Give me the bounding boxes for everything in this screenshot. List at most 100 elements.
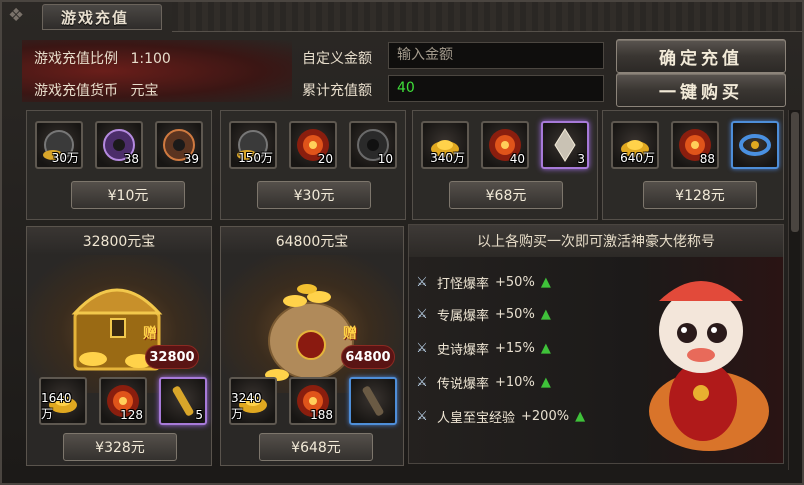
item-slot[interactable]: 20 xyxy=(289,121,337,169)
package-title: 32800元宝 xyxy=(27,227,211,255)
total-recharge-value: 40 xyxy=(388,75,604,102)
recharge-info-panel: 游戏充值比例 1:100 游戏充值货币 元宝 自定义金额 输入金额 累计充值额 … xyxy=(22,38,612,104)
benefit-label: 史诗爆率 xyxy=(437,342,490,358)
item-qty: 1640万 xyxy=(41,391,72,421)
item-slot[interactable]: 128 xyxy=(99,377,147,425)
ratio-label: 游戏充值比例 xyxy=(34,51,118,67)
item-qty: 38 xyxy=(123,152,139,166)
currency-value: 元宝 xyxy=(130,83,159,99)
arrow-up-icon: ▲ xyxy=(575,408,586,424)
buy-128-button[interactable]: ¥128元 xyxy=(643,181,757,209)
benefit-label: 传说爆率 xyxy=(437,376,490,392)
custom-amount-label: 自定义金额 xyxy=(302,51,372,67)
top-decoration xyxy=(172,2,802,32)
crossed-swords-icon: ⚔ xyxy=(416,274,428,290)
item-qty: 10 xyxy=(377,152,393,166)
benefit-value: +50% xyxy=(495,306,535,322)
custom-amount-input[interactable]: 输入金额 xyxy=(388,42,604,69)
benefit-value: +50% xyxy=(495,274,535,290)
item-slot[interactable]: 38 xyxy=(95,121,143,169)
item-qty: 188 xyxy=(310,408,333,422)
benefit-row: ⚔ 传说爆率 +10% ▲ xyxy=(413,369,633,395)
package-648: 64800元宝 赠 64800 3240万 188 ¥648元 xyxy=(220,226,404,466)
arrow-up-icon: ▲ xyxy=(540,340,551,356)
gift-label: 赠 xyxy=(143,326,157,342)
item-slot[interactable]: 3 xyxy=(541,121,589,169)
package-30: 150万 20 10 ¥30元 xyxy=(220,110,406,220)
item-slot[interactable]: 10 xyxy=(349,121,397,169)
crossed-swords-icon: ⚔ xyxy=(416,306,428,322)
benefit-row: ⚔ 史诗爆率 +15% ▲ xyxy=(413,335,633,361)
one-click-buy-button[interactable]: 一键购买 xyxy=(616,73,786,107)
dragon-mascot-icon xyxy=(649,281,769,451)
item-qty: 340万 xyxy=(430,151,465,165)
benefit-row: ⚔ 打怪爆率 +50% ▲ xyxy=(413,269,633,295)
gift-amount-badge: 32800 xyxy=(145,345,199,369)
buy-328-button[interactable]: ¥328元 xyxy=(63,433,177,461)
package-128: 640万 88 ¥128元 xyxy=(602,110,784,220)
treasure-chest-image: 赠 32800 xyxy=(27,255,211,393)
benefit-value: +10% xyxy=(495,374,535,390)
item-slot[interactable]: 150万 xyxy=(229,121,277,169)
package-10: 30万 38 39 ¥10元 xyxy=(26,110,212,220)
item-slot[interactable]: 340万 xyxy=(421,121,469,169)
item-slot[interactable]: 88 xyxy=(671,121,719,169)
crossed-swords-icon: ⚔ xyxy=(416,374,428,390)
item-slot[interactable] xyxy=(731,121,779,169)
item-slot[interactable]: 40 xyxy=(481,121,529,169)
benefit-row: ⚔ 人皇至宝经验 +200% ▲ xyxy=(413,403,633,429)
scrollbar-thumb[interactable] xyxy=(791,112,799,232)
item-slot[interactable]: 188 xyxy=(289,377,337,425)
crossed-swords-icon: ⚔ xyxy=(416,340,428,356)
item-qty: 128 xyxy=(120,408,143,422)
item-slot[interactable]: 3240万 xyxy=(229,377,277,425)
ratio-value: 1:100 xyxy=(130,51,171,67)
item-qty: 5 xyxy=(195,408,203,422)
confirm-recharge-button[interactable]: 确定充值 xyxy=(616,39,786,73)
buy-648-button[interactable]: ¥648元 xyxy=(259,433,373,461)
arrow-up-icon: ▲ xyxy=(540,374,551,390)
benefit-label: 打怪爆率 xyxy=(437,276,490,292)
package-328: 32800元宝 赠 32800 1640万 128 5 ¥328元 xyxy=(26,226,212,466)
buy-68-button[interactable]: ¥68元 xyxy=(449,181,563,209)
currency-label: 游戏充值货币 xyxy=(34,83,118,99)
benefit-label: 专属爆率 xyxy=(437,308,490,324)
ratio-row: 游戏充值比例 1:100 xyxy=(34,48,171,68)
item-qty: 640万 xyxy=(620,151,655,165)
treasure-chest-icon xyxy=(71,288,163,371)
dragon-mascot-image xyxy=(629,261,777,461)
item-qty: 40 xyxy=(509,152,525,166)
gift-label: 赠 xyxy=(343,326,357,342)
package-68: 340万 40 3 ¥68元 xyxy=(412,110,598,220)
buy-10-button[interactable]: ¥10元 xyxy=(71,181,185,209)
dragon-ornament-icon: ❖ xyxy=(8,5,25,26)
item-qty: 3240万 xyxy=(231,391,262,421)
benefit-value: +200% xyxy=(521,408,570,424)
gold-sack-image: 赠 64800 xyxy=(221,255,403,393)
item-qty: 30万 xyxy=(51,151,79,165)
gold-sack-icon xyxy=(265,284,354,381)
total-recharge-label: 累计充值额 xyxy=(302,83,372,99)
item-slot[interactable]: 30万 xyxy=(35,121,83,169)
gift-amount-badge: 64800 xyxy=(341,345,395,369)
item-slot[interactable]: 1640万 xyxy=(39,377,87,425)
crossed-swords-icon: ⚔ xyxy=(416,408,428,424)
buy-30-button[interactable]: ¥30元 xyxy=(257,181,371,209)
currency-row: 游戏充值货币 元宝 xyxy=(34,80,158,100)
item-slot[interactable]: 39 xyxy=(155,121,203,169)
benefit-row: ⚔ 专属爆率 +50% ▲ xyxy=(413,301,633,327)
title-benefits-panel: 以上各购买一次即可激活神豪大佬称号 ⚔ 打怪爆率 +50% ▲ ⚔ 专属爆率 +… xyxy=(408,224,784,464)
item-slot[interactable] xyxy=(349,377,397,425)
item-qty: 39 xyxy=(183,152,199,166)
vertical-scrollbar[interactable] xyxy=(788,110,800,470)
benefits-title: 以上各购买一次即可激活神豪大佬称号 xyxy=(409,225,783,257)
scroll-icon xyxy=(362,386,384,416)
recharge-window: ❖ 游戏充值 游戏充值比例 1:100 游戏充值货币 元宝 自定义金额 输入金额… xyxy=(0,0,804,485)
item-slot[interactable]: 640万 xyxy=(611,121,659,169)
item-qty: 150万 xyxy=(238,151,273,165)
item-qty: 88 xyxy=(699,152,715,166)
item-slot[interactable]: 5 xyxy=(159,377,207,425)
item-qty: 20 xyxy=(317,152,333,166)
arrow-up-icon: ▲ xyxy=(540,306,551,322)
window-title: 游戏充值 xyxy=(42,4,162,30)
